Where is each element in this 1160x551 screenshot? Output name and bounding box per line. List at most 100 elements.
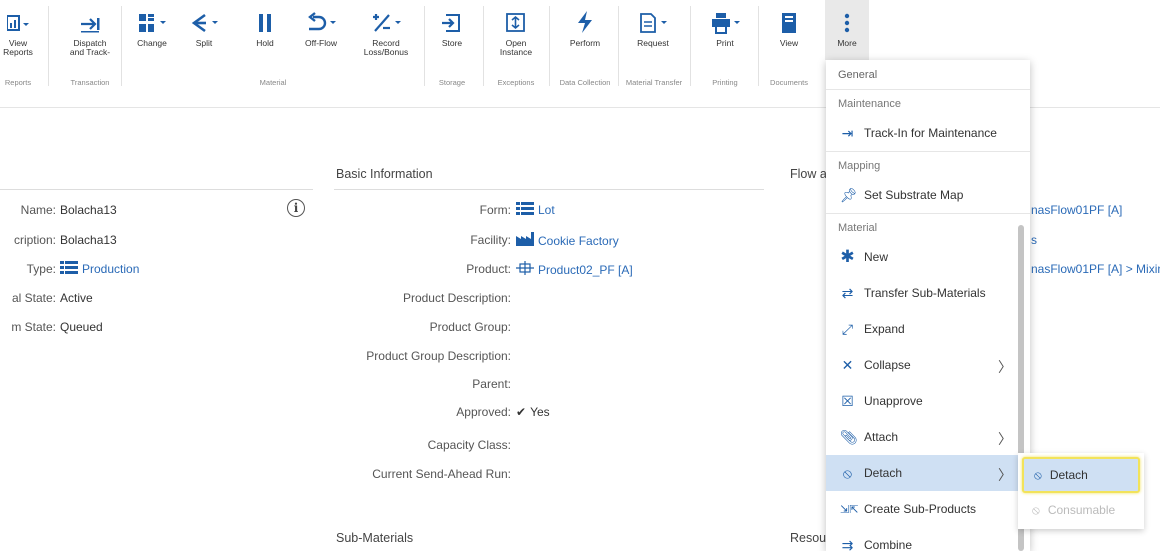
divider: [690, 6, 691, 86]
perform-button[interactable]: Perform: [556, 0, 614, 80]
detach-submenu-item[interactable]: ⦸ Detach: [1022, 457, 1140, 493]
group-label-documents: Documents: [770, 78, 808, 87]
request-button[interactable]: Request: [620, 0, 686, 80]
create-sub-products-item[interactable]: ⇲⇱ Create Sub-Products: [826, 491, 1030, 527]
transfer-icon: ⇄: [841, 284, 854, 301]
checkmark-icon: ✔: [516, 405, 527, 419]
description-value: Bolacha13: [60, 233, 117, 247]
loss-bonus-icon: [370, 0, 402, 34]
combine-icon: ⇉: [841, 536, 854, 551]
store-icon: [441, 0, 463, 34]
print-button[interactable]: Print: [700, 0, 750, 80]
flow-title: Flow a: [790, 167, 827, 181]
type-link[interactable]: Production: [60, 261, 139, 277]
hold-button[interactable]: Hold: [250, 0, 280, 80]
type-label: Type:: [26, 262, 56, 276]
collapse-icon: ✕: [841, 356, 854, 373]
parent-label: Parent:: [472, 377, 511, 391]
attach-item[interactable]: 📎︎ Attach 〉: [826, 419, 1030, 455]
detach-icon: ⦸: [1032, 502, 1040, 517]
record-loss-bonus-button[interactable]: Record Loss/Bonus: [356, 0, 416, 80]
menu-header-general: General: [826, 60, 1030, 90]
group-label-exceptions: Exceptions: [497, 78, 535, 87]
change-button[interactable]: Change: [130, 0, 174, 80]
product-label: Product:: [466, 262, 511, 276]
list-icon: [60, 261, 78, 277]
dispatch-and-track-button[interactable]: Dispatch and Track-: [62, 0, 118, 80]
divider: [758, 6, 759, 86]
detach-submenu: ⦸ Detach ⦸ Consumable: [1018, 453, 1144, 529]
menu-section-material: Material: [838, 222, 878, 234]
split-button[interactable]: Split: [186, 0, 222, 80]
transfer-sub-materials-item[interactable]: ⇄ Transfer Sub-Materials: [826, 275, 1030, 311]
detach-icon: ⦸: [842, 464, 853, 481]
product-icon: [516, 261, 534, 278]
facility-link[interactable]: Cookie Factory: [516, 232, 619, 249]
hold-icon: [257, 0, 273, 34]
group-label-transaction: Transaction: [70, 78, 110, 87]
name-value: Bolacha13: [60, 203, 117, 217]
detach-item[interactable]: ⦸ Detach 〉: [826, 455, 1030, 491]
state-value: Queued: [60, 320, 103, 334]
flow-link[interactable]: nasFlow01PF [A]: [1031, 203, 1122, 217]
consumable-submenu-item[interactable]: ⦸ Consumable: [1018, 493, 1144, 527]
track-in-maintenance-item[interactable]: ⇥ Track-In for Maintenance: [826, 115, 1030, 151]
facility-value: Cookie Factory: [538, 233, 619, 248]
capacity-class-label: Capacity Class:: [427, 438, 511, 452]
menu-divider: [826, 151, 1030, 152]
approved-text: Yes: [530, 405, 550, 419]
list-icon: [516, 202, 534, 218]
factory-icon: [516, 232, 534, 249]
chevron-right-icon: 〉: [998, 467, 1012, 483]
chevron-right-icon: 〉: [998, 431, 1012, 447]
new-item[interactable]: ✱ New: [826, 239, 1030, 275]
view-reports-button[interactable]: View Reports: [0, 0, 36, 80]
description-label: cription:: [13, 233, 56, 247]
request-icon: [638, 0, 668, 34]
perform-icon: [575, 0, 595, 34]
group-label-data-collection: Data Collection: [559, 78, 611, 87]
divider: [121, 6, 122, 86]
view-document-button[interactable]: View: [766, 0, 812, 80]
reports-icon: [7, 0, 29, 34]
form-label: Form:: [479, 203, 511, 217]
sub-products-icon: ⇲⇱: [840, 503, 859, 516]
open-instance-icon: [505, 0, 527, 34]
sub-materials-title: Sub-Materials: [336, 531, 414, 545]
form-link[interactable]: Lot: [516, 202, 555, 218]
product-value: Product02_PF [A]: [538, 262, 633, 277]
product-link[interactable]: Product02_PF [A]: [516, 261, 633, 278]
more-button[interactable]: More: [825, 0, 869, 60]
collapse-item[interactable]: ✕ Collapse 〉: [826, 347, 1030, 383]
step-link[interactable]: s: [1031, 233, 1037, 247]
unapprove-item[interactable]: ☒ Unapprove: [826, 383, 1030, 419]
combine-item[interactable]: ⇉ Combine: [826, 527, 1030, 551]
store-button[interactable]: Store: [430, 0, 474, 80]
system-state-value: Active: [60, 291, 93, 305]
dispatch-icon: [79, 0, 101, 34]
flow-path-link[interactable]: nasFlow01PF [A] > Mixing: [1031, 262, 1160, 276]
facility-label: Facility:: [470, 233, 511, 247]
off-flow-button[interactable]: Off-Flow: [300, 0, 342, 80]
expand-item[interactable]: ⤢ Expand: [826, 311, 1030, 347]
change-icon: [137, 0, 167, 34]
off-flow-icon: [305, 0, 337, 34]
split-icon: [189, 0, 219, 34]
detach-icon: ⦸: [1034, 467, 1042, 482]
more-dropdown-menu: General Maintenance ⇥ Track-In for Maint…: [826, 60, 1030, 551]
divider: [618, 6, 619, 86]
info-icon[interactable]: i: [287, 199, 305, 217]
group-label-material: Material: [259, 78, 287, 87]
print-icon: [710, 0, 740, 34]
state-label: m State:: [11, 320, 56, 334]
chevron-right-icon: 〉: [998, 359, 1012, 375]
system-state-label: al State:: [11, 291, 56, 305]
menu-section-maintenance: Maintenance: [838, 98, 901, 110]
asterisk-icon: ✱: [840, 247, 855, 266]
product-group-description-label: Product Group Description:: [366, 349, 511, 363]
open-instance-button[interactable]: Open Instance: [490, 0, 542, 80]
set-substrate-map-item[interactable]: 📌︎ Set Substrate Map: [826, 177, 1030, 213]
group-label-reports: Reports: [4, 78, 32, 87]
name-label: Name:: [20, 203, 56, 217]
approved-value: ✔ Yes: [516, 405, 550, 419]
